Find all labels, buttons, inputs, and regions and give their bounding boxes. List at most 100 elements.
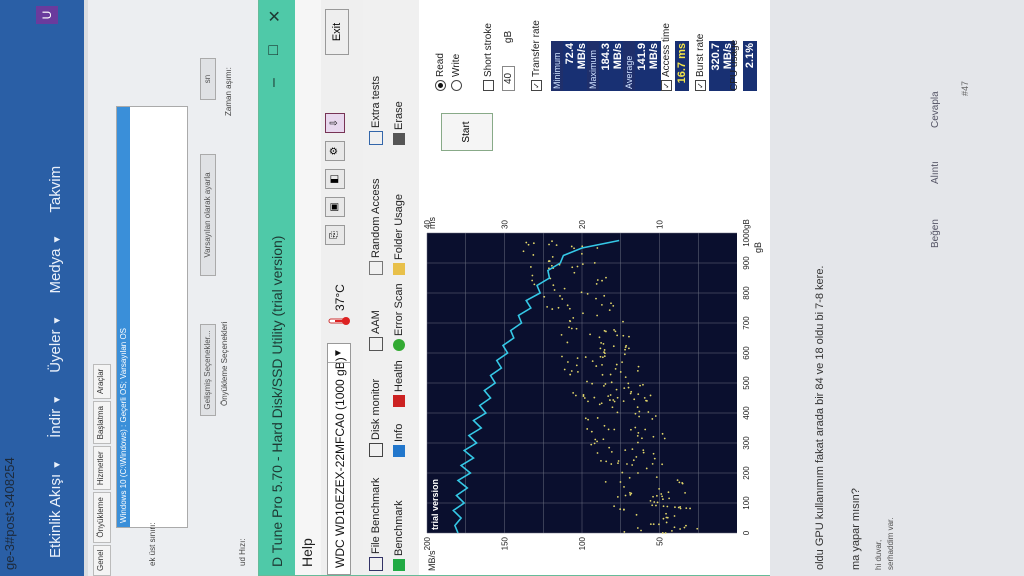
- scatter-point: [652, 435, 655, 438]
- scatter-point: [595, 283, 598, 285]
- health-cross-icon: [393, 395, 406, 407]
- scatter-point: [582, 393, 585, 396]
- like-button[interactable]: Beğen: [930, 219, 941, 248]
- save-icon[interactable]: ⇩: [325, 113, 345, 133]
- scatter-point: [586, 428, 589, 430]
- scatter-point: [631, 448, 634, 451]
- forum-post: oldu GPU kullanımım fakat arada bir 84 v…: [770, 0, 1024, 576]
- scatter-point: [622, 320, 624, 323]
- maximize-icon[interactable]: □: [265, 45, 283, 55]
- scatter-point: [658, 523, 660, 526]
- scatter-point: [642, 449, 645, 452]
- os-list[interactable]: Windows 10 (C:\Windows) : Geçerli OS; Va…: [116, 106, 188, 528]
- scatter-point: [603, 294, 606, 297]
- url-fragment: ge-3#post-3408254: [2, 457, 17, 570]
- tab-health[interactable]: Health: [393, 360, 406, 407]
- quote-button[interactable]: Alıntı: [930, 161, 941, 184]
- tab-erase[interactable]: Erase: [393, 101, 406, 145]
- tab-random-access[interactable]: Random Access: [369, 179, 383, 275]
- menu-etkinlik[interactable]: Etkinlik Akışı▼: [47, 460, 64, 558]
- scatter-point: [580, 291, 583, 294]
- scatter-point: [559, 295, 561, 297]
- tab-hizmetler[interactable]: Hizmetler: [93, 446, 111, 491]
- advanced-options-button[interactable]: Gelişmiş Seçenekler...: [200, 324, 216, 416]
- scatter-point: [566, 341, 569, 344]
- start-button[interactable]: Start: [441, 113, 493, 151]
- copy-text-icon[interactable]: ⎘: [325, 225, 345, 245]
- menu-indir[interactable]: İndir▼: [47, 395, 64, 438]
- random-access-icon: [369, 261, 383, 275]
- scatter-point: [638, 410, 641, 413]
- stat-minimum: Minimum 72.4 MB/s: [551, 41, 589, 91]
- scatter-point: [641, 437, 643, 440]
- user-avatar[interactable]: U: [36, 6, 58, 24]
- tab-folder-usage[interactable]: Folder Usage: [393, 194, 406, 275]
- scatter-point: [643, 396, 646, 399]
- tab-info[interactable]: Info: [393, 424, 406, 457]
- os-entry[interactable]: Windows 10 (C:\Windows) : Geçerli OS; Va…: [117, 107, 130, 527]
- scatter-point: [621, 361, 624, 364]
- burst-rate-checkbox[interactable]: ✓Burst rate: [695, 34, 706, 91]
- scatter-point: [583, 397, 586, 399]
- scatter-point: [637, 432, 640, 434]
- benchmark-icon: [393, 559, 406, 571]
- tab-baslatma[interactable]: Başlatma: [93, 401, 111, 445]
- scatter-point: [569, 320, 572, 323]
- menu-takvim[interactable]: Takvim: [47, 166, 64, 213]
- tab-error-scan[interactable]: Error Scan: [393, 283, 406, 351]
- short-stroke-checkbox[interactable]: Short stroke: [483, 23, 494, 91]
- timeout-field[interactable]: sn: [200, 58, 216, 100]
- toolbar: WDC WD10EZEX-22MFCA0 (1000 gB) ▼ 37°C ⎘ …: [321, 0, 363, 575]
- scatter-point: [561, 298, 564, 300]
- tab-disk-monitor[interactable]: Disk monitor: [369, 379, 383, 457]
- short-stroke-value[interactable]: 40 gB: [502, 31, 515, 91]
- help-menu[interactable]: Help: [299, 538, 315, 567]
- tab-file-benchmark[interactable]: File Benchmark: [369, 478, 383, 571]
- scatter-point: [604, 383, 607, 385]
- scatter-point: [663, 437, 666, 440]
- scatter-point: [609, 373, 612, 376]
- menu-uyeler[interactable]: Üyeler▼: [47, 316, 64, 373]
- reply-button[interactable]: Cevapla: [930, 91, 941, 128]
- close-icon[interactable]: ✕: [265, 10, 285, 23]
- scatter-point: [557, 306, 560, 309]
- scatter-point: [652, 523, 655, 526]
- scatter-point: [603, 424, 606, 427]
- access-time-checkbox[interactable]: ✓Access time: [661, 23, 672, 91]
- tab-araclar[interactable]: Araçlar: [93, 363, 111, 400]
- scatter-point: [598, 336, 601, 339]
- tab-aam[interactable]: AAM: [369, 310, 383, 351]
- tab-benchmark[interactable]: Benchmark: [393, 500, 406, 571]
- set-default-button[interactable]: Varsayılan olarak ayarla: [200, 154, 216, 276]
- scatter-point: [634, 426, 637, 429]
- scatter-point: [635, 456, 638, 458]
- tab-extra-tests[interactable]: Extra tests: [369, 76, 383, 145]
- scatter-point: [617, 460, 620, 462]
- scatter-point: [679, 507, 682, 510]
- minimize-icon[interactable]: –: [265, 78, 283, 87]
- exit-button[interactable]: Exit: [325, 9, 349, 55]
- stat-average: Average 141.9 MB/s: [623, 41, 661, 91]
- scatter-point: [527, 243, 530, 246]
- write-radio[interactable]: Write: [451, 54, 462, 91]
- scatter-point: [654, 415, 657, 417]
- tab-onyukleme[interactable]: Önyükleme: [93, 492, 111, 543]
- read-radio[interactable]: Read: [435, 53, 446, 91]
- scatter-point: [616, 411, 619, 414]
- scatter-point: [624, 449, 627, 451]
- scatter-point: [610, 302, 612, 305]
- options-icon[interactable]: ⚙: [325, 141, 345, 161]
- transfer-rate-checkbox[interactable]: ✓Transfer rate: [531, 20, 542, 91]
- window-title: D Tune Pro 5.70 - Hard Disk/SSD Utility …: [269, 235, 285, 567]
- scatter-point: [610, 450, 613, 453]
- screenshot-icon[interactable]: ◧: [325, 169, 345, 189]
- scatter-point: [546, 305, 549, 308]
- scatter-point: [645, 399, 647, 402]
- scatter-point: [626, 463, 628, 465]
- copy-image-icon[interactable]: ▣: [325, 197, 345, 217]
- tab-genel[interactable]: Genel: [93, 544, 111, 576]
- drive-select[interactable]: WDC WD10EZEX-22MFCA0 (1000 gB) ▼: [327, 343, 351, 575]
- menu-medya[interactable]: Medya▼: [47, 235, 64, 294]
- scatter-point: [612, 304, 615, 307]
- scatter-point: [638, 415, 641, 418]
